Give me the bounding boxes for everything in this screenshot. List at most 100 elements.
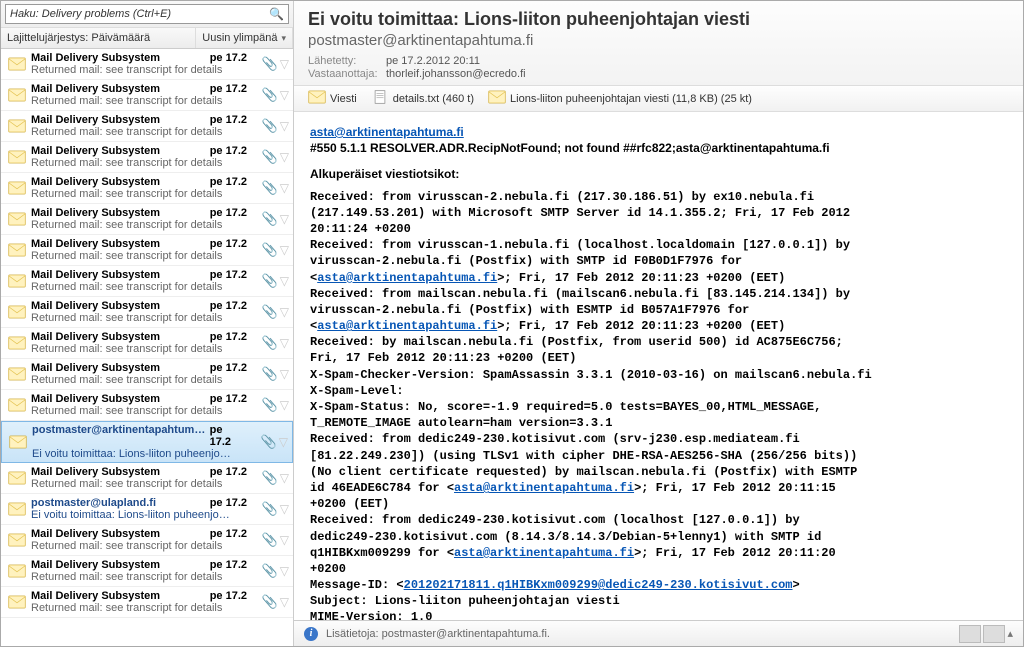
date: pe 17.2 bbox=[206, 497, 247, 509]
flag-icon[interactable]: ▽ bbox=[280, 564, 289, 578]
attachment-icon: 📎 bbox=[262, 149, 278, 165]
flag-icon[interactable]: ▽ bbox=[280, 305, 289, 319]
flag-icon[interactable]: ▽ bbox=[280, 533, 289, 547]
date: pe 17.2 bbox=[206, 207, 247, 219]
subject: Returned mail: see transcript for detail… bbox=[31, 281, 247, 293]
message-item[interactable]: postmaster@ulapland.fipe 17.2Ei voitu to… bbox=[1, 494, 293, 525]
message-item[interactable]: Mail Delivery Subsystempe 17.2Returned m… bbox=[1, 111, 293, 142]
message-item[interactable]: Mail Delivery Subsystempe 17.2Returned m… bbox=[1, 297, 293, 328]
flag-icon[interactable]: ▽ bbox=[280, 119, 289, 133]
attachment-icon: 📎 bbox=[262, 532, 278, 548]
attachment-item[interactable]: Viesti bbox=[308, 90, 357, 107]
to-value: thorleif.johansson@ecredo.fi bbox=[386, 68, 526, 80]
subject: Returned mail: see transcript for detail… bbox=[31, 312, 247, 324]
attachment-icon: 📎 bbox=[262, 563, 278, 579]
flag-icon[interactable]: ▽ bbox=[280, 181, 289, 195]
subject: Returned mail: see transcript for detail… bbox=[31, 126, 247, 138]
attachment-icon: 📎 bbox=[262, 304, 278, 320]
message-from: postmaster@arktinentapahtuma.fi bbox=[308, 32, 1009, 49]
attachment-icon: 📎 bbox=[262, 56, 278, 72]
envelope-icon bbox=[7, 118, 27, 134]
message-item[interactable]: Mail Delivery Subsystempe 17.2Returned m… bbox=[1, 390, 293, 421]
date: pe 17.2 bbox=[206, 466, 247, 478]
flag-icon[interactable]: ▽ bbox=[280, 502, 289, 516]
sender: Mail Delivery Subsystem bbox=[31, 176, 160, 188]
sort-by[interactable]: Lajittelujärjestys: Päivämäärä bbox=[1, 28, 196, 48]
message-item[interactable]: Mail Delivery Subsystempe 17.2Returned m… bbox=[1, 328, 293, 359]
message-item[interactable]: Mail Delivery Subsystem pe 17.2Returned m… bbox=[1, 525, 293, 556]
subject: Returned mail: see transcript for detail… bbox=[31, 64, 247, 76]
subject: Returned mail: see transcript for detail… bbox=[31, 405, 247, 417]
attachment-item[interactable]: Lions-liiton puheenjohtajan viesti (11,8… bbox=[488, 90, 752, 107]
subject: Returned mail: see transcript for detail… bbox=[31, 478, 247, 490]
message-list[interactable]: Mail Delivery Subsystempe 17.2Returned m… bbox=[1, 49, 293, 646]
message-item[interactable]: Mail Delivery Subsystempe 17.2Returned m… bbox=[1, 204, 293, 235]
message-item[interactable]: Mail Delivery Subsystempe 17.2Returned m… bbox=[1, 80, 293, 111]
attachment-icon: 📎 bbox=[262, 180, 278, 196]
date: pe 17.2 bbox=[206, 590, 247, 602]
sender: Mail Delivery Subsystem bbox=[31, 300, 160, 312]
search-icon[interactable]: 🔍 bbox=[269, 7, 284, 21]
recipient-link[interactable]: asta@arktinentapahtuma.fi bbox=[310, 125, 464, 139]
date: pe 17.2 bbox=[206, 362, 247, 374]
document-icon bbox=[371, 90, 389, 107]
flag-icon[interactable]: ▽ bbox=[280, 336, 289, 350]
date: pe 17.2 bbox=[206, 528, 247, 540]
sender: Mail Delivery Subsystem bbox=[31, 269, 160, 281]
message-item[interactable]: Mail Delivery Subsystempe 17.2Returned m… bbox=[1, 463, 293, 494]
message-body[interactable]: asta@arktinentapahtuma.fi #550 5.1.1 RES… bbox=[294, 112, 1023, 620]
message-item[interactable]: Mail Delivery Subsystempe 17.2Returned m… bbox=[1, 49, 293, 80]
attachment-icon: 📎 bbox=[262, 594, 278, 610]
flag-icon[interactable]: ▽ bbox=[280, 88, 289, 102]
sender: Mail Delivery Subsystem bbox=[31, 238, 160, 250]
message-item[interactable]: Mail Delivery Subsystempe 17.2Returned m… bbox=[1, 587, 293, 618]
message-item[interactable]: Mail Delivery Subsystempe 17.2Returned m… bbox=[1, 266, 293, 297]
sender: Mail Delivery Subsystem bbox=[31, 528, 160, 540]
attachment-icon: 📎 bbox=[261, 434, 277, 450]
envelope-icon bbox=[7, 242, 27, 258]
error-line: #550 5.1.1 RESOLVER.ADR.RecipNotFound; n… bbox=[310, 140, 1007, 156]
flag-icon[interactable]: ▽ bbox=[280, 367, 289, 381]
date: pe 17.2 bbox=[206, 145, 247, 157]
attachment-icon: 📎 bbox=[262, 273, 278, 289]
people-icon[interactable] bbox=[983, 625, 1005, 643]
message-item[interactable]: postmaster@arktinentapahtuma.fipe 17.2Ei… bbox=[1, 421, 293, 463]
date: pe 17.2 bbox=[206, 52, 247, 64]
sort-order[interactable]: Uusin ylimpänä▾ bbox=[196, 28, 293, 48]
envelope-icon bbox=[7, 397, 27, 413]
attachment-label: Lions-liiton puheenjohtajan viesti (11,8… bbox=[510, 93, 752, 105]
flag-icon[interactable]: ▽ bbox=[280, 150, 289, 164]
flag-icon[interactable]: ▽ bbox=[279, 435, 288, 449]
sender: postmaster@ulapland.fi bbox=[31, 497, 156, 509]
sent-value: pe 17.2.2012 20:11 bbox=[386, 55, 480, 67]
sender: Mail Delivery Subsystem bbox=[31, 393, 160, 405]
message-item[interactable]: Mail Delivery Subsystempe 17.2Returned m… bbox=[1, 235, 293, 266]
envelope-icon bbox=[7, 56, 27, 72]
search-box[interactable]: 🔍 bbox=[5, 4, 289, 24]
flag-icon[interactable]: ▽ bbox=[280, 274, 289, 288]
people-icon[interactable] bbox=[959, 625, 981, 643]
message-item[interactable]: Mail Delivery Subsystempe 17.2Returned m… bbox=[1, 359, 293, 390]
chevron-down-icon: ▾ bbox=[281, 33, 286, 44]
flag-icon[interactable]: ▽ bbox=[280, 243, 289, 257]
subject: Returned mail: see transcript for detail… bbox=[31, 157, 247, 169]
flag-icon[interactable]: ▽ bbox=[280, 398, 289, 412]
subject: Returned mail: see transcript for detail… bbox=[31, 540, 247, 552]
flag-icon[interactable]: ▽ bbox=[280, 595, 289, 609]
flag-icon[interactable]: ▽ bbox=[280, 57, 289, 71]
envelope-icon bbox=[7, 470, 27, 486]
search-input[interactable] bbox=[10, 8, 269, 20]
message-item[interactable]: Mail Delivery Subsystempe 17.2Returned m… bbox=[1, 556, 293, 587]
subject: Returned mail: see transcript for detail… bbox=[31, 95, 247, 107]
attachment-icon: 📎 bbox=[262, 211, 278, 227]
envelope-icon bbox=[308, 90, 326, 107]
flag-icon[interactable]: ▽ bbox=[280, 471, 289, 485]
message-item[interactable]: Mail Delivery Subsystempe 17.2Returned m… bbox=[1, 173, 293, 204]
envelope-icon bbox=[8, 434, 28, 450]
date: pe 17.2 bbox=[206, 83, 247, 95]
flag-icon[interactable]: ▽ bbox=[280, 212, 289, 226]
message-item[interactable]: Mail Delivery Subsystempe 17.2Returned m… bbox=[1, 142, 293, 173]
message-title: Ei voitu toimittaa: Lions-liiton puheenj… bbox=[308, 9, 1009, 30]
attachment-item[interactable]: details.txt (460 t) bbox=[371, 90, 474, 107]
chevron-up-icon[interactable]: ▴ bbox=[1007, 627, 1013, 640]
